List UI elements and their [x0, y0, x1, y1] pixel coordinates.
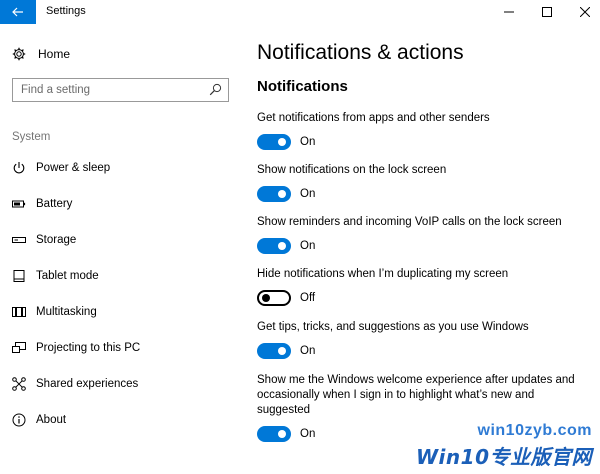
sidebar-item-multitasking[interactable]: Multitasking — [12, 302, 97, 322]
sidebar-item-tablet-mode[interactable]: Tablet mode — [12, 266, 99, 286]
sidebar-item-home[interactable]: Home — [12, 44, 70, 64]
sidebar-item-about[interactable]: About — [12, 410, 66, 430]
toggle-switch[interactable] — [257, 290, 291, 306]
sidebar: Home System Power & sleep Battery Storag… — [0, 24, 240, 474]
toggle-state: On — [300, 345, 316, 357]
storage-icon — [12, 233, 26, 247]
tablet-icon — [12, 269, 26, 283]
sidebar-item-label: Battery — [36, 198, 73, 210]
sidebar-item-storage[interactable]: Storage — [12, 230, 76, 250]
sidebar-home-label: Home — [38, 47, 71, 61]
setting-label: Get tips, tricks, and suggestions as you… — [257, 321, 529, 333]
sidebar-item-battery[interactable]: Battery — [12, 194, 72, 214]
setting-app-notifications: Get notifications from apps and other se… — [257, 111, 587, 150]
maximize-icon — [542, 7, 552, 17]
toggle-knob — [278, 190, 286, 198]
sidebar-item-projecting[interactable]: Projecting to this PC — [12, 338, 140, 358]
watermark: win10zyb.com Win10专业版官网 — [416, 422, 592, 470]
search-box[interactable] — [12, 78, 229, 102]
toggle-switch[interactable] — [257, 426, 291, 442]
toggle-state: Off — [300, 292, 316, 304]
section-label-system: System — [12, 131, 51, 143]
toggle-knob — [262, 294, 270, 302]
setting-label: Show me the Windows welcome experience a… — [257, 374, 575, 416]
toggle-state: On — [300, 240, 316, 252]
sidebar-item-power-sleep[interactable]: Power & sleep — [12, 158, 110, 178]
sidebar-item-label: About — [36, 414, 67, 426]
title-bar: Settings — [0, 0, 600, 24]
toggle-state: On — [300, 188, 316, 200]
setting-reminders-voip: Show reminders and incoming VoIP calls o… — [257, 215, 587, 254]
toggle-knob — [278, 242, 286, 250]
close-icon — [580, 7, 590, 17]
toggle-state: On — [300, 428, 316, 440]
sidebar-item-label: Power & sleep — [36, 162, 111, 174]
minimize-icon — [504, 11, 514, 13]
setting-label: Hide notifications when I’m duplicating … — [257, 268, 509, 280]
setting-tips-suggestions: Get tips, tricks, and suggestions as you… — [257, 320, 587, 359]
shared-icon — [12, 377, 26, 391]
watermark-brand: Win10专业版官网 — [416, 445, 592, 469]
close-button[interactable] — [562, 0, 600, 24]
sidebar-item-label: Multitasking — [36, 306, 97, 318]
watermark-url: win10zyb.com — [477, 422, 592, 439]
multitasking-icon — [12, 305, 26, 319]
toggle-switch[interactable] — [257, 343, 291, 359]
projecting-icon — [12, 341, 26, 355]
window-title: Settings — [46, 5, 86, 17]
sidebar-item-label: Storage — [36, 234, 77, 246]
battery-icon — [12, 197, 26, 211]
section-title: Notifications — [257, 78, 348, 95]
info-icon — [12, 413, 26, 427]
search-input[interactable] — [13, 79, 193, 101]
setting-label: Show reminders and incoming VoIP calls o… — [257, 216, 562, 228]
back-arrow-icon — [12, 7, 23, 17]
gear-icon — [12, 47, 26, 61]
sidebar-item-label: Shared experiences — [36, 378, 139, 390]
sidebar-item-label: Projecting to this PC — [36, 342, 141, 354]
toggle-switch[interactable] — [257, 186, 291, 202]
sidebar-item-shared-experiences[interactable]: Shared experiences — [12, 374, 138, 394]
toggle-knob — [278, 347, 286, 355]
toggle-knob — [278, 430, 286, 438]
search-icon[interactable] — [209, 83, 222, 96]
setting-label: Get notifications from apps and other se… — [257, 112, 490, 124]
setting-label: Show notifications on the lock screen — [257, 164, 447, 176]
back-button[interactable] — [0, 0, 36, 24]
toggle-switch[interactable] — [257, 238, 291, 254]
toggle-knob — [278, 138, 286, 146]
toggle-switch[interactable] — [257, 134, 291, 150]
page-title: Notifications & actions — [257, 41, 464, 64]
sidebar-item-label: Tablet mode — [36, 270, 99, 282]
toggle-state: On — [300, 136, 316, 148]
power-icon — [12, 161, 26, 175]
setting-hide-when-duplicating: Hide notifications when I’m duplicating … — [257, 267, 587, 306]
setting-lock-screen-notifications: Show notifications on the lock screen On — [257, 163, 587, 202]
